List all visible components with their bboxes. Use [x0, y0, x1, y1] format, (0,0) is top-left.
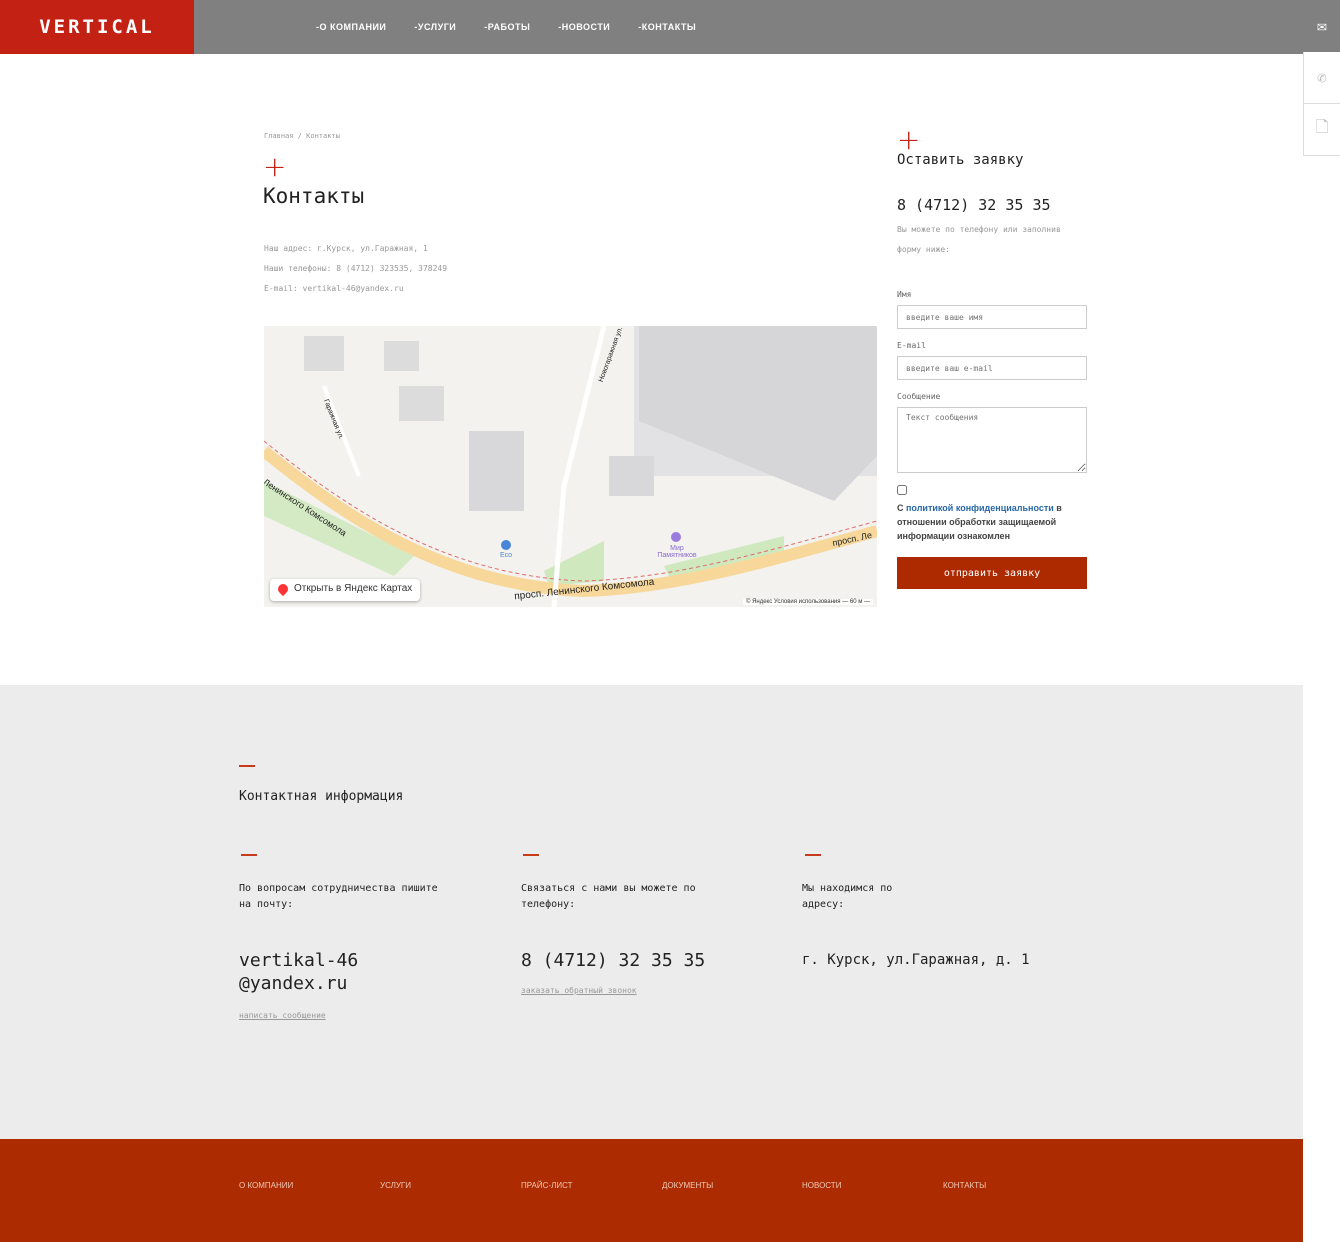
- contact-phone-col: Связаться с нами вы можете по телефону: …: [521, 881, 721, 995]
- email-label: E-mail: [897, 341, 926, 350]
- dash-icon: [241, 854, 257, 856]
- map-poi-label: Eco: [500, 552, 513, 559]
- breadcrumb[interactable]: Главная / Контакты: [264, 132, 340, 140]
- nav-contacts[interactable]: -КОНТАКТЫ: [638, 22, 696, 32]
- phone-value[interactable]: 8 (4712) 32 35 35: [521, 949, 721, 972]
- policy-prefix: С: [897, 503, 906, 513]
- mail-icon[interactable]: ✉: [1303, 0, 1340, 52]
- nav-services[interactable]: -УСЛУГИ: [414, 22, 456, 32]
- plus-icon: +: [897, 123, 921, 156]
- nav-works[interactable]: -РАБОТЫ: [484, 22, 530, 32]
- message-textarea[interactable]: [897, 407, 1087, 473]
- form-note: Вы можете по телефону или заполнив форму…: [897, 225, 1061, 254]
- dash-icon: [523, 854, 539, 856]
- email-text: E-mail: vertikal-46@yandex.ru: [264, 284, 404, 293]
- logo[interactable]: VERTICAL: [0, 0, 194, 54]
- callback-link[interactable]: заказать обратный звонок: [521, 986, 721, 995]
- map-copyright-text[interactable]: © Яндекс Условия использования: [746, 599, 841, 605]
- map-scale: 60 м: [849, 599, 863, 605]
- dash-icon: [805, 854, 821, 856]
- address-value: г. Курск, ул.Гаражная, д. 1: [802, 952, 1030, 968]
- side-panel: ✉ ✆ 🗋: [1303, 0, 1340, 156]
- privacy-policy-link[interactable]: политикой конфиденциальности: [906, 503, 1054, 513]
- email-value[interactable]: vertikal-46@yandex.ru: [239, 949, 369, 995]
- header: VERTICAL -О КОМПАНИИ -УСЛУГИ -РАБОТЫ -НО…: [0, 0, 1303, 54]
- map-copyright[interactable]: © Яндекс Условия использования — 60 м —: [742, 599, 873, 605]
- request-form: + Оставить заявку 8 (4712) 32 35 35 Вы м…: [897, 123, 1088, 589]
- contact-title: Контактная информация: [239, 789, 404, 804]
- name-input[interactable]: [897, 305, 1087, 329]
- footer-link-services[interactable]: УСЛУГИ: [380, 1181, 411, 1190]
- contact-email-col: По вопросам сотрудничества пишите на поч…: [239, 881, 438, 1020]
- page-title: Контакты: [263, 184, 365, 208]
- main-nav: -О КОМПАНИИ -УСЛУГИ -РАБОТЫ -НОВОСТИ -КО…: [316, 0, 696, 54]
- contact-info-section: Контактная информация По вопросам сотруд…: [0, 685, 1303, 1139]
- address-col-text: Мы находимся по адресу:: [802, 883, 893, 910]
- document-icon[interactable]: 🗋: [1303, 104, 1340, 156]
- policy-checkbox[interactable]: [897, 485, 907, 495]
- dash-icon: [239, 765, 255, 767]
- map-poi-label: Мир Памятников: [657, 545, 697, 559]
- phone-col-text: Связаться с нами вы можете по телефону:: [521, 883, 696, 910]
- message-label: Сообщение: [897, 392, 941, 401]
- yandex-map[interactable]: просп. Ленинского Комсомола Ленинского К…: [264, 326, 877, 607]
- contact-address-col: Мы находимся по адресу: г. Курск, ул.Гар…: [802, 881, 1082, 972]
- phones-text: Наши телефоны: 8 (4712) 323535, 378249: [264, 264, 448, 273]
- email-input[interactable]: [897, 356, 1087, 380]
- footer-link-documents[interactable]: ДОКУМЕНТЫ: [662, 1181, 713, 1190]
- write-message-link[interactable]: написать сообщение: [239, 1011, 379, 1020]
- address-text: Наш адрес: г.Курск, ул.Гаражная, 1: [264, 244, 428, 253]
- footer-link-news[interactable]: НОВОСТИ: [802, 1181, 841, 1190]
- nav-about[interactable]: -О КОМПАНИИ: [316, 22, 386, 32]
- form-phone[interactable]: 8 (4712) 32 35 35: [897, 196, 1088, 214]
- footer: О КОМПАНИИ УСЛУГИ ПРАЙС-ЛИСТ ДОКУМЕНТЫ Н…: [0, 1139, 1303, 1242]
- name-label: Имя: [897, 290, 912, 299]
- email-col-text: По вопросам сотрудничества пишите на поч…: [239, 883, 438, 910]
- plus-icon: +: [263, 150, 287, 183]
- phone-icon[interactable]: ✆: [1303, 52, 1340, 104]
- map-canvas: [264, 326, 877, 607]
- submit-button[interactable]: отправить заявку: [897, 557, 1087, 589]
- footer-link-contacts[interactable]: КОНТАКТЫ: [943, 1181, 986, 1190]
- form-title: Оставить заявку: [897, 152, 1024, 168]
- policy-text: С политикой конфиденциальности в отношен…: [897, 501, 1088, 543]
- open-in-yandex-maps-button[interactable]: Открыть в Яндекс Картах: [270, 579, 421, 601]
- nav-news[interactable]: -НОВОСТИ: [558, 22, 610, 32]
- footer-link-about[interactable]: О КОМПАНИИ: [239, 1181, 293, 1190]
- footer-link-pricelist[interactable]: ПРАЙС-ЛИСТ: [521, 1181, 572, 1190]
